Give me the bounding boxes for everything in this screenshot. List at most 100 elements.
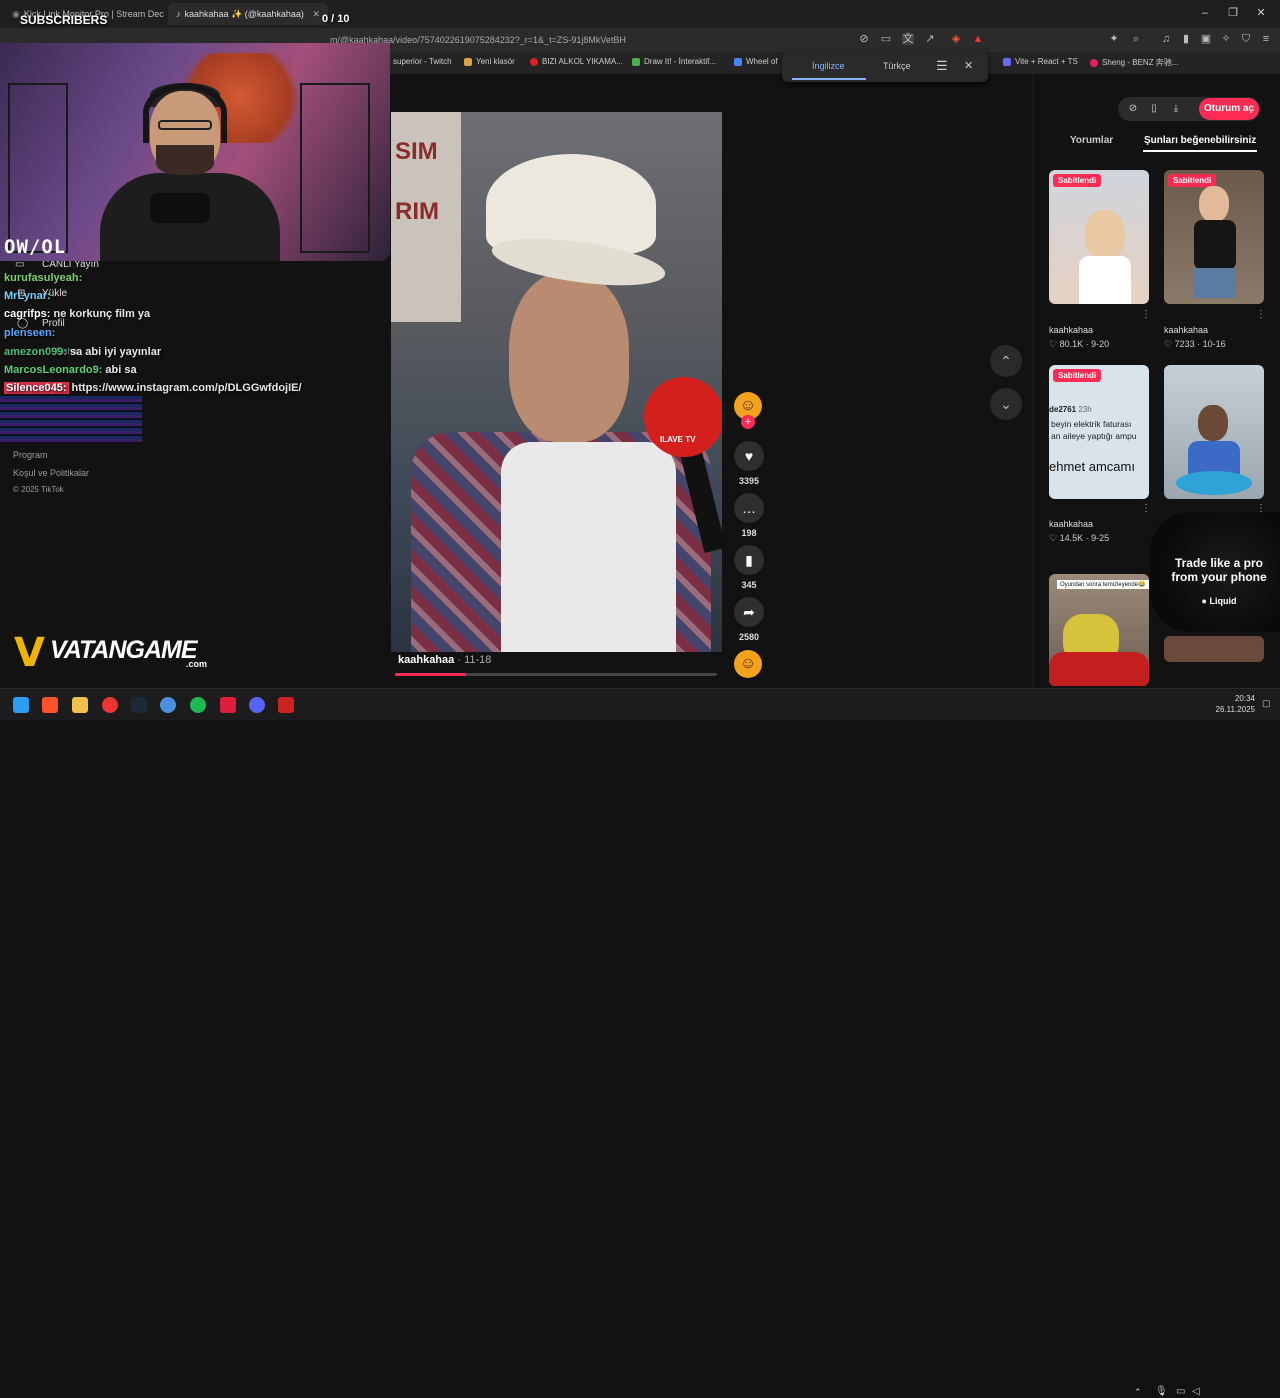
sidebar-icon[interactable]: ▮	[1180, 33, 1192, 45]
login-button[interactable]: Oturum aç	[1199, 98, 1259, 120]
bookmark-sheng[interactable]: Sheng - BENZ 奔驰...	[1090, 57, 1178, 68]
clock-date: 26.11.2025	[1215, 705, 1255, 714]
bookmark-bizi[interactable]: BIZI ALKOL YIKAMA...	[530, 57, 623, 66]
bookmark-icon[interactable]: ▮	[734, 545, 764, 575]
more-options-icon[interactable]: ⋮	[1256, 309, 1266, 320]
bookmark-drawit[interactable]: Draw It! - İnteraktif...	[632, 57, 716, 66]
brave-browser-icon[interactable]	[42, 697, 58, 713]
network-icon[interactable]: ▭	[1176, 1386, 1185, 1397]
share-icon[interactable]: ↗	[924, 33, 936, 45]
video-thumbnail[interactable]	[1164, 365, 1264, 499]
save-action[interactable]: ▮ 345	[733, 545, 765, 590]
maximize-icon[interactable]: ❐	[1226, 6, 1240, 20]
logo-v: V	[14, 630, 45, 676]
wallet-icon[interactable]: ▣	[1200, 33, 1212, 45]
video-author[interactable]: kaahkahaa · 11-18	[398, 654, 491, 666]
close-window-icon[interactable]: ✕	[1254, 6, 1268, 20]
vpn-icon[interactable]: ⛉	[1240, 33, 1252, 45]
ad-brand: Liquid	[1209, 596, 1237, 606]
chevron-up-icon[interactable]: ⌃	[990, 345, 1022, 377]
mic-tray-icon[interactable]: 🎙	[1155, 1386, 1168, 1397]
bookmark-folder[interactable]: Yeni klasör	[464, 57, 515, 66]
steam-icon[interactable]	[131, 697, 147, 713]
maps-pin-icon[interactable]	[102, 697, 118, 713]
video-thumbnail[interactable]: Oyundan sonra temizleyende😂	[1049, 574, 1149, 686]
video-thumbnail[interactable]: Sabitlendi de2761 23h beyin elektrik fat…	[1049, 365, 1149, 499]
man-head	[509, 272, 629, 442]
translate-menu-icon[interactable]: ☰	[936, 58, 948, 74]
chevron-down-icon[interactable]: ⌄	[990, 388, 1022, 420]
bookmark-vite[interactable]: Vite + React + TS	[1003, 57, 1078, 66]
nav-program[interactable]: Program	[13, 450, 48, 460]
notifications-icon[interactable]: ▢	[1262, 698, 1271, 709]
compass-icon[interactable]: ⊘	[1127, 103, 1139, 115]
nav-terms[interactable]: Koşul ve Politikalar	[13, 468, 89, 478]
like-count: 3395	[738, 476, 760, 486]
tab-search-icon[interactable]: ⌕	[1130, 33, 1142, 45]
phone-icon[interactable]: ▯	[1148, 103, 1160, 115]
system-clock[interactable]: 20:34 26.11.2025	[1205, 693, 1255, 715]
close-tab-icon[interactable]: ✕	[312, 9, 320, 20]
no-tracking-icon[interactable]: ⊘	[858, 33, 870, 45]
card-author[interactable]: kaahkahaa	[1049, 519, 1093, 529]
app-red-icon[interactable]	[220, 697, 236, 713]
bookmark-label: BIZI ALKOL YIKAMA...	[542, 57, 623, 66]
video-thumbnail[interactable]: Sabitlendi	[1049, 170, 1149, 304]
card-author[interactable]: kaahkahaa	[1164, 325, 1208, 335]
volume-icon[interactable]: ◁	[1192, 1386, 1200, 1397]
thumb-text: de2761 23h	[1049, 405, 1092, 414]
chat-line: cagrifps: ne korkunç film ya	[4, 308, 150, 320]
thumb-cake	[1176, 471, 1252, 495]
download-icon[interactable]: ⤓	[1170, 103, 1182, 115]
card-author[interactable]: kaahkahaa	[1049, 325, 1093, 335]
comment-action[interactable]: … 198	[733, 493, 765, 538]
video-date: 11-18	[464, 654, 492, 666]
brave-rewards-icon[interactable]: ▲	[972, 33, 984, 45]
bookmark-label: superior - Twitch	[393, 57, 452, 66]
tiktok-tab-icon: ♪	[176, 9, 181, 19]
share-arrow-icon[interactable]: ➦	[734, 597, 764, 627]
tab-tiktok[interactable]: ♪ kaahkahaa ✨ (@kaahkahaa) ✕	[168, 3, 328, 25]
translate-icon[interactable]: 文	[902, 33, 914, 45]
follow-plus-icon[interactable]: +	[741, 415, 755, 429]
background-sign-text: SIM RIM	[395, 138, 439, 225]
video-thumbnail[interactable]	[1164, 636, 1264, 662]
translate-option-turkish[interactable]: Türkçe	[883, 61, 911, 71]
windows-start-icon[interactable]	[13, 697, 29, 713]
bookmark-twitch[interactable]: superior - Twitch	[393, 57, 452, 66]
spotify-icon[interactable]	[190, 697, 206, 713]
subscribers-count: 0 / 10	[322, 13, 350, 25]
discord-icon[interactable]	[249, 697, 265, 713]
music-icon[interactable]: ♫	[1160, 33, 1172, 45]
video-app-icon[interactable]	[278, 697, 294, 713]
translate-option-english[interactable]: İngilizce	[812, 61, 845, 71]
like-action[interactable]: ♥ 3395	[733, 441, 765, 486]
minimize-icon[interactable]: –	[1198, 6, 1212, 20]
cast-icon[interactable]: ▭	[880, 33, 892, 45]
url-field[interactable]: m/@kaahkahaa/video/7574022619075284232?_…	[330, 32, 850, 48]
translate-close-icon[interactable]: ✕	[964, 59, 973, 72]
extensions-icon[interactable]: ✦	[1108, 33, 1120, 45]
vatangame-logo: V VATANGAME .com	[14, 630, 224, 676]
comment-icon[interactable]: …	[734, 493, 764, 523]
leo-icon[interactable]: ✧	[1220, 33, 1232, 45]
share-action[interactable]: ➦ 2580	[733, 597, 765, 642]
stream-deck-tab-icon: ◉	[12, 8, 20, 19]
file-explorer-icon[interactable]	[72, 697, 88, 713]
app-icon[interactable]	[160, 697, 176, 713]
bookmark-wheel[interactable]: Wheel of	[734, 57, 778, 66]
menu-icon[interactable]: ≡	[1260, 33, 1272, 45]
video-progress-bar[interactable]	[395, 673, 717, 676]
heart-icon[interactable]: ♥	[734, 441, 764, 471]
ad-banner[interactable]: Trade like a pro from your phone ● Liqui…	[1150, 512, 1280, 632]
video-thumbnail[interactable]: Sabitlendi	[1164, 170, 1264, 304]
video-player[interactable]: SIM RIM ILAVE TV	[391, 112, 722, 652]
tab-comments[interactable]: Yorumlar	[1070, 135, 1113, 146]
channel-logo: OW/OL	[4, 236, 67, 258]
sound-disc-icon[interactable]: ☺	[734, 650, 762, 678]
tray-chevron-icon[interactable]: ⌃	[1134, 1387, 1142, 1398]
more-options-icon[interactable]: ⋮	[1141, 503, 1151, 514]
brave-shield-icon[interactable]: ◈	[950, 33, 962, 45]
tab-suggestions[interactable]: Şunları beğenebilirsiniz	[1144, 135, 1256, 146]
more-options-icon[interactable]: ⋮	[1141, 309, 1151, 320]
